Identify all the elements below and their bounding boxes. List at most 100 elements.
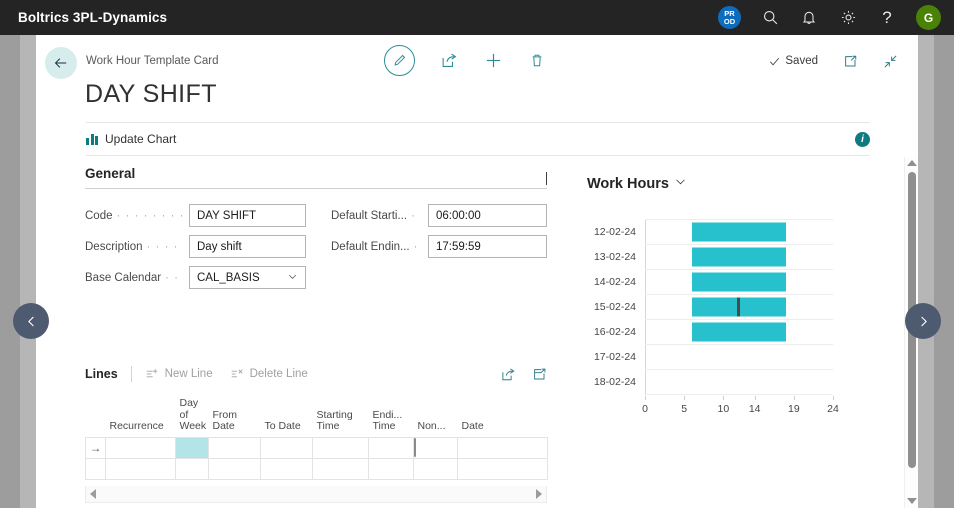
lines-horizontal-scrollbar[interactable] [85, 485, 547, 503]
collapse-arrows-icon[interactable] [883, 53, 898, 69]
work-hours-chart: 12-02-24 13-02-24 14-02-24 15-02-24 16-02-24… [587, 219, 839, 415]
col-header-starting-time[interactable]: Starting Time [313, 391, 369, 437]
description-field-row: Description · · · · Day shift [85, 235, 306, 258]
scroll-up-arrow-icon[interactable] [907, 160, 917, 166]
description-field-dots: · · · · [146, 240, 179, 253]
default-starting-row: Default Starti... · 06:00:00 [331, 204, 547, 227]
card-header-actions [384, 45, 545, 76]
col-header-to-date[interactable]: To Date [261, 391, 313, 437]
next-record-button[interactable] [905, 303, 941, 339]
new-line-button[interactable]: New Line [145, 367, 213, 381]
cell-day-of-week[interactable] [175, 436, 209, 459]
chart-gridline [645, 369, 833, 370]
share-icon[interactable] [501, 366, 516, 382]
delete-line-icon [231, 369, 243, 378]
cell-ending-time[interactable] [368, 457, 414, 480]
new-line-icon [146, 369, 157, 378]
cell-to-date[interactable] [260, 457, 313, 480]
cell-date[interactable] [457, 436, 548, 459]
chart-x-tick-mark [723, 396, 725, 400]
chart-y-tick-label: 12-02-24 [593, 225, 636, 238]
open-in-new-window-icon[interactable] [843, 53, 858, 69]
previous-record-button[interactable] [13, 303, 49, 339]
search-icon[interactable] [760, 8, 780, 28]
description-field-label: Description [85, 240, 143, 253]
update-chart-button[interactable]: Update Chart [86, 132, 176, 146]
help-glyph: ? [882, 8, 892, 27]
back-arrow-icon[interactable] [45, 47, 77, 79]
avatar[interactable]: G [916, 5, 941, 30]
page-backdrop-left-outer [0, 35, 20, 508]
col-header-day-of-week[interactable]: Day of Week [176, 391, 209, 437]
section-cursor [546, 172, 547, 185]
chart-x-tick-mark [833, 396, 834, 400]
work-hours-header[interactable]: Work Hours [587, 166, 855, 193]
lines-grid: Recurrence Day of Week From Date To Date… [85, 391, 548, 503]
default-ending-time-field[interactable]: 17:59:59 [428, 235, 547, 258]
cell-recurrence[interactable] [105, 457, 176, 480]
chart-bar[interactable] [692, 247, 786, 266]
chart-bar[interactable] [692, 222, 786, 241]
chart-x-tick-mark [793, 396, 795, 400]
cell-ending-time[interactable] [368, 436, 414, 459]
chart-x-tick-mark [684, 396, 686, 400]
base-calendar-row: Base Calendar · · CAL_BASIS [85, 266, 306, 289]
environment-badge[interactable]: PR OD [718, 6, 741, 29]
chart-gridline [645, 219, 833, 220]
cell-recurrence[interactable] [105, 436, 176, 459]
open-in-excel-icon[interactable] [532, 366, 547, 382]
default-starting-time-field[interactable]: 06:00:00 [428, 204, 547, 227]
cell-non-working[interactable] [413, 436, 458, 459]
gear-icon[interactable] [838, 8, 858, 28]
base-calendar-dropdown[interactable]: CAL_BASIS [189, 266, 306, 289]
cell-from-date[interactable] [208, 436, 261, 459]
cell-day-of-week[interactable] [175, 457, 209, 480]
question-mark-icon[interactable]: ? [877, 8, 897, 28]
scroll-down-arrow-icon[interactable] [907, 498, 917, 504]
plus-icon[interactable] [484, 45, 503, 76]
default-starting-label: Default Starti... [331, 209, 408, 222]
scroll-right-arrow-icon[interactable] [536, 488, 542, 499]
trash-icon[interactable] [529, 45, 545, 76]
col-header-recurrence[interactable]: Recurrence [106, 391, 176, 437]
page-backdrop-right-outer [934, 35, 954, 508]
lines-table: Recurrence Day of Week From Date To Date… [85, 391, 548, 480]
chart-y-tick-label: 18-02-24 [593, 375, 636, 388]
delete-line-label: Delete Line [249, 368, 308, 380]
table-row[interactable]: → [85, 436, 548, 459]
table-row[interactable] [85, 457, 548, 480]
chart-y-tick-label: 13-02-24 [593, 250, 636, 263]
cell-starting-time[interactable] [312, 457, 369, 480]
col-header-ending-time[interactable]: Endi... Time [369, 391, 414, 437]
code-field[interactable]: DAY SHIFT [189, 204, 306, 227]
chart-bar[interactable] [692, 272, 786, 291]
cell-to-date[interactable] [260, 436, 313, 459]
col-header-from-date[interactable]: From Date [209, 391, 261, 437]
app-title: Boltrics 3PL-Dynamics [18, 10, 168, 25]
pencil-icon[interactable] [384, 45, 415, 76]
scroll-left-arrow-icon[interactable] [90, 488, 96, 499]
non-working-checkbox[interactable] [414, 437, 416, 457]
chart-gridline [645, 269, 833, 270]
cell-starting-time[interactable] [312, 436, 369, 459]
delete-line-button[interactable]: Delete Line [230, 367, 308, 381]
general-section-header[interactable]: General [85, 166, 547, 189]
chart-bar[interactable] [692, 322, 786, 341]
chevron-down-icon[interactable] [674, 175, 687, 193]
breadcrumb[interactable]: Work Hour Template Card [86, 55, 219, 67]
code-field-dots: · · · · · · · · · [116, 209, 190, 222]
col-header-non-working[interactable]: Non... [414, 391, 458, 437]
share-icon[interactable] [441, 45, 458, 76]
cell-date[interactable] [457, 457, 548, 480]
lines-toolbar: Lines New Line Delete Line [85, 362, 547, 386]
description-field[interactable]: Day shift [189, 235, 306, 258]
info-icon[interactable]: i [855, 132, 870, 147]
work-hours-panel: Work Hours 12-02-24 13-02-24 14-02-24 15-02… [587, 166, 855, 415]
cell-from-date[interactable] [208, 457, 261, 480]
cell-non-working[interactable] [413, 457, 458, 480]
chart-x-tick-label: 19 [787, 403, 800, 415]
default-ending-row: Default Endin... · 17:59:59 [331, 235, 547, 258]
bell-icon[interactable] [799, 8, 819, 28]
col-header-date[interactable]: Date [458, 391, 548, 437]
code-field-row: Code · · · · · · · · · DAY SHIFT [85, 204, 306, 227]
